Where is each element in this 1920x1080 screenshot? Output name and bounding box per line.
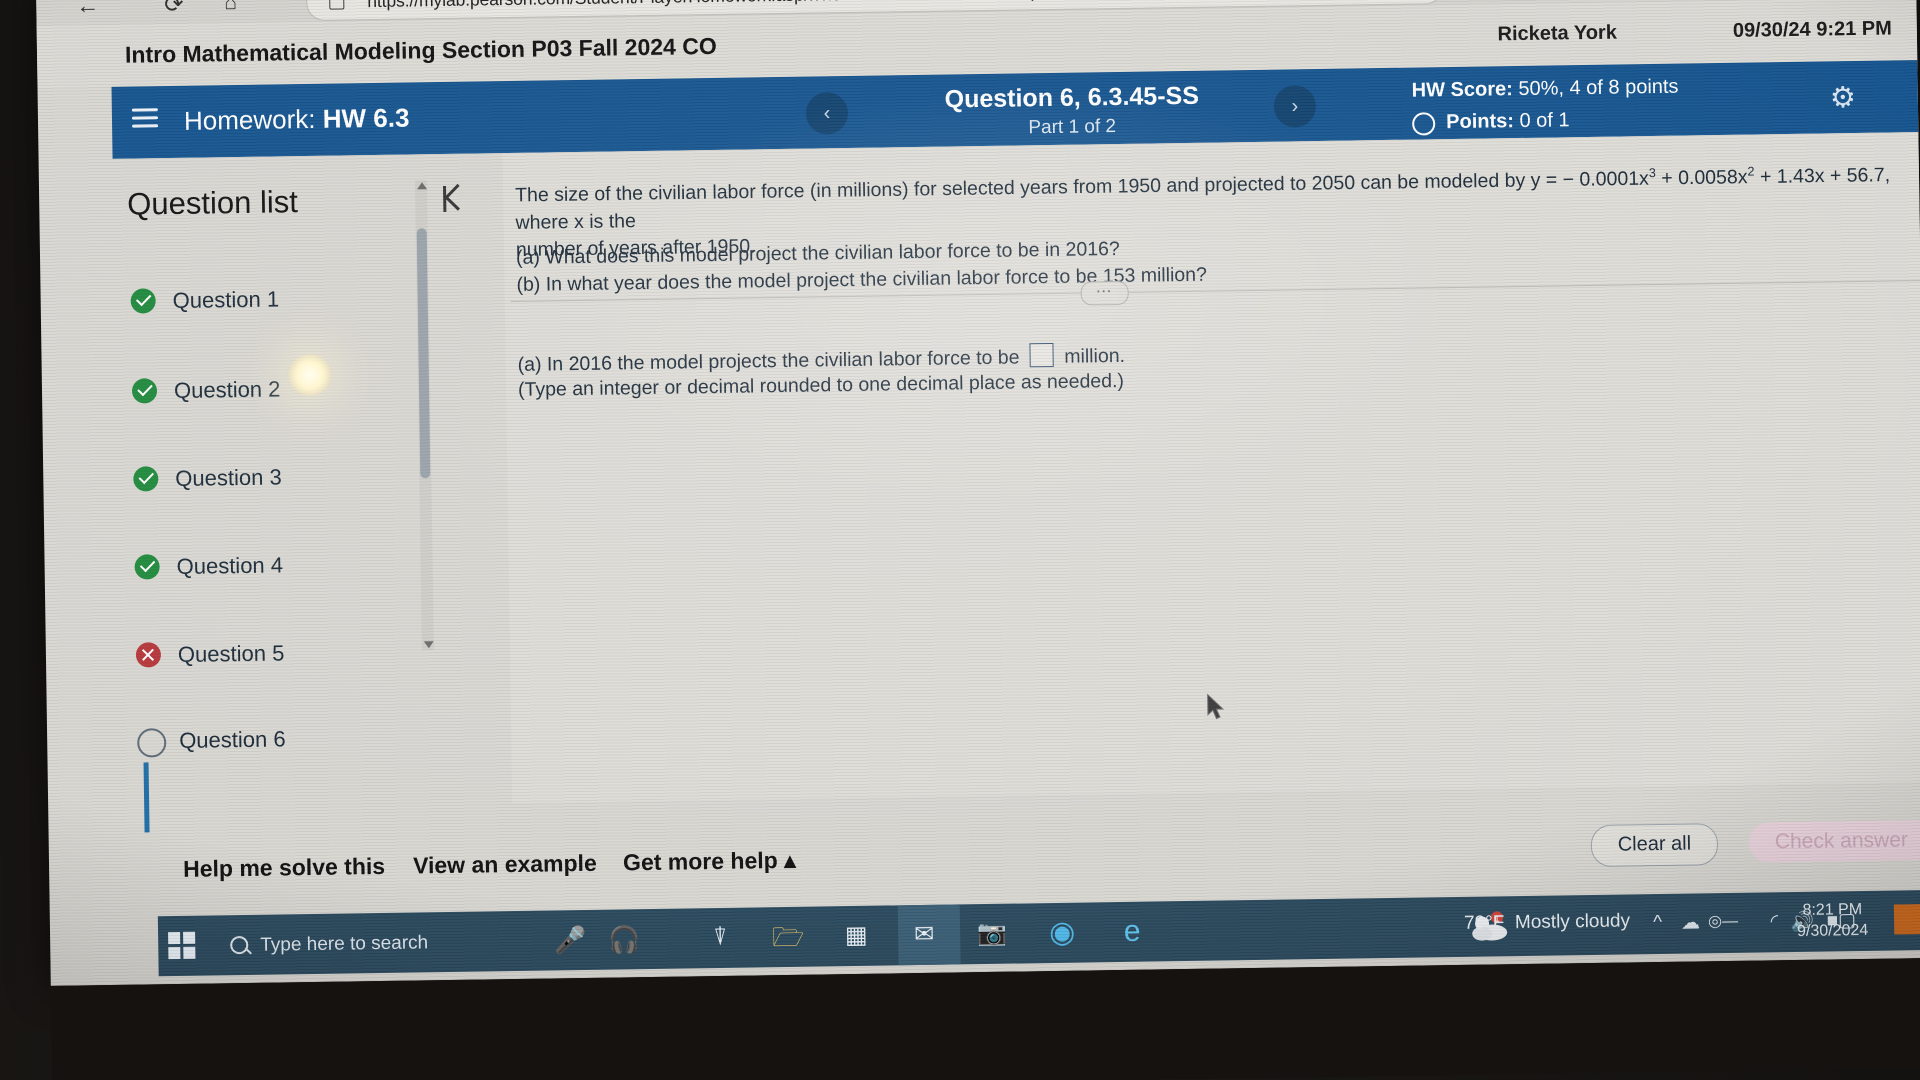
clock-date: 9/30/2024	[1796, 921, 1869, 940]
camera-icon[interactable]: 📷	[970, 912, 1015, 957]
sidebar-item-label: Question 2	[173, 376, 281, 403]
sidebar-item-label: Question 5	[177, 640, 285, 667]
sidebar-item-question-6[interactable]: Question 6	[137, 716, 438, 766]
user-name: Ricketa York	[1497, 21, 1618, 46]
equation-part-3: + 1.43x + 56.7,	[1759, 164, 1891, 188]
question-list-title: Question list	[126, 184, 299, 222]
hw-score-label: HW Score:	[1411, 78, 1513, 102]
timestamp: 09/30/24 9:21 PM	[1732, 17, 1892, 42]
sidebar-item-label: Question 6	[179, 726, 286, 753]
equation-part-2: + 0.0058x	[1661, 166, 1748, 190]
show-hidden-icons-icon[interactable]: ^	[1653, 912, 1662, 934]
part-label: Part 1 of 2	[1028, 115, 1117, 139]
statement-line-1: The size of the civilian labor force (in…	[514, 168, 1558, 207]
scroll-down-arrow-icon[interactable]	[423, 641, 434, 649]
network-icon[interactable]: ◎—	[1708, 911, 1738, 931]
score-box: HW Score: 50%, 4 of 8 points Points: 0 o…	[1412, 76, 1680, 136]
windows-start-icon[interactable]	[168, 931, 196, 960]
homework-label: Homework: HW 6.3	[184, 102, 410, 136]
gear-icon[interactable]: ⚙	[1830, 82, 1860, 114]
ellipsis-icon[interactable]: ⋯	[1080, 280, 1129, 306]
exponent-3: 3	[1648, 165, 1656, 181]
correct-check-icon	[130, 288, 156, 314]
headphones-icon[interactable]: 🎧	[602, 917, 647, 962]
unanswered-circle-icon	[137, 728, 167, 758]
get-more-help-label: Get more help	[622, 847, 778, 876]
points-label: Points:	[1446, 110, 1515, 134]
home-icon[interactable]: ⌂	[224, 0, 237, 17]
reload-icon[interactable]: ⟳	[164, 0, 184, 18]
notification-icon[interactable]	[1893, 904, 1920, 935]
laptop-screen: ← ⟳ ⌂ https://mylab.pearson.com/Student/…	[36, 0, 1920, 986]
edge-icon[interactable]: e	[1110, 910, 1155, 955]
answer-prompt-pre: (a) In 2016 the model projects the civil…	[517, 346, 1020, 376]
homework-name: HW 6.3	[322, 102, 410, 134]
sidebar-item-label: Question 4	[176, 552, 284, 579]
equation-part-1: − 0.0001x	[1562, 167, 1650, 191]
correct-check-icon	[134, 554, 160, 580]
check-answer-button[interactable]: Check answer	[1748, 819, 1920, 863]
file-explorer-icon[interactable]: 🗁	[766, 915, 811, 960]
sidebar-item-label: Question 1	[172, 286, 280, 314]
weather-desc: Mostly cloudy	[1514, 910, 1631, 934]
weather-status[interactable]: 79°F Mostly cloudy	[1464, 910, 1630, 934]
answer-input[interactable]	[1029, 342, 1055, 368]
wifi-icon[interactable]: ◜	[1771, 910, 1779, 933]
points-value: 0 of 1	[1519, 109, 1570, 133]
answer-prompt-post: million.	[1064, 344, 1126, 368]
homework-prefix: Homework:	[183, 103, 316, 136]
hw-score-row: HW Score: 50%, 4 of 8 points	[1412, 76, 1679, 103]
lock-icon	[329, 0, 345, 10]
get-more-help-button[interactable]: Get more help ▴	[623, 847, 796, 877]
exponent-2: 2	[1747, 164, 1755, 179]
help-me-solve-button[interactable]: Help me solve this	[183, 853, 385, 883]
view-example-button[interactable]: View an example	[413, 850, 597, 880]
taskbar-clock[interactable]: 8:21 PM 9/30/2024	[1797, 899, 1869, 942]
question-title: Question 6, 6.3.45-SS	[944, 81, 1200, 114]
search-input[interactable]: Type here to search	[218, 921, 529, 966]
hw-score-value: 50%, 4 of 8 points	[1518, 75, 1679, 101]
edge-beta-icon[interactable]: ◉	[1040, 911, 1085, 956]
laptop-photo: ← ⟳ ⌂ https://mylab.pearson.com/Student/…	[0, 0, 1920, 1080]
scroll-up-arrow-icon[interactable]	[416, 182, 428, 190]
chevron-right-icon[interactable]: ›	[1273, 85, 1317, 128]
weather-temp: 79°F	[1463, 912, 1505, 934]
clock-time: 8:21 PM	[1802, 901, 1863, 919]
statement-tail: where x is the	[515, 209, 637, 234]
sidebar-item-question-5[interactable]: Question 5	[135, 630, 437, 680]
collapse-panel-icon[interactable]	[443, 183, 479, 216]
screen-wrapper: ← ⟳ ⌂ https://mylab.pearson.com/Student/…	[36, 0, 1920, 1080]
chevron-left-icon[interactable]: ‹	[805, 91, 849, 135]
widgets-icon[interactable]: ▦	[834, 914, 879, 959]
caret-up-icon: ▴	[783, 846, 796, 873]
question-nav-title: Question 6, 6.3.45-SS Part 1 of 2	[872, 81, 1273, 142]
mail-icon[interactable]: ✉	[902, 913, 947, 958]
current-question-marker	[143, 762, 150, 833]
sidebar-item-question-1[interactable]: Question 1	[130, 276, 431, 326]
correct-check-icon	[131, 378, 158, 404]
sidebar-item-question-4[interactable]: Question 4	[134, 542, 435, 592]
sidebar-item-question-3[interactable]: Question 3	[133, 454, 434, 504]
page-title: Intro Mathematical Modeling Section P03 …	[124, 32, 717, 68]
correct-check-icon	[133, 466, 159, 492]
back-arrow-icon[interactable]: ←	[76, 0, 99, 19]
search-icon	[230, 935, 249, 955]
question-list-panel: Question list Question 1 Question 2 Ques…	[112, 153, 513, 833]
empty-circle-icon	[1412, 112, 1436, 136]
search-placeholder: Type here to search	[260, 932, 429, 956]
task-view-icon[interactable]: ⍒	[698, 916, 743, 961]
incorrect-x-icon	[135, 642, 162, 668]
sidebar-item-question-2[interactable]: Question 2	[131, 366, 433, 416]
hamburger-menu-icon[interactable]	[131, 108, 159, 128]
points-row: Points: 0 of 1	[1412, 108, 1679, 136]
onedrive-icon[interactable]: ☁	[1681, 911, 1700, 934]
microphone-icon[interactable]: 🎤	[548, 918, 593, 963]
sidebar-item-label: Question 3	[175, 464, 282, 491]
clear-all-button[interactable]: Clear all	[1590, 823, 1719, 868]
